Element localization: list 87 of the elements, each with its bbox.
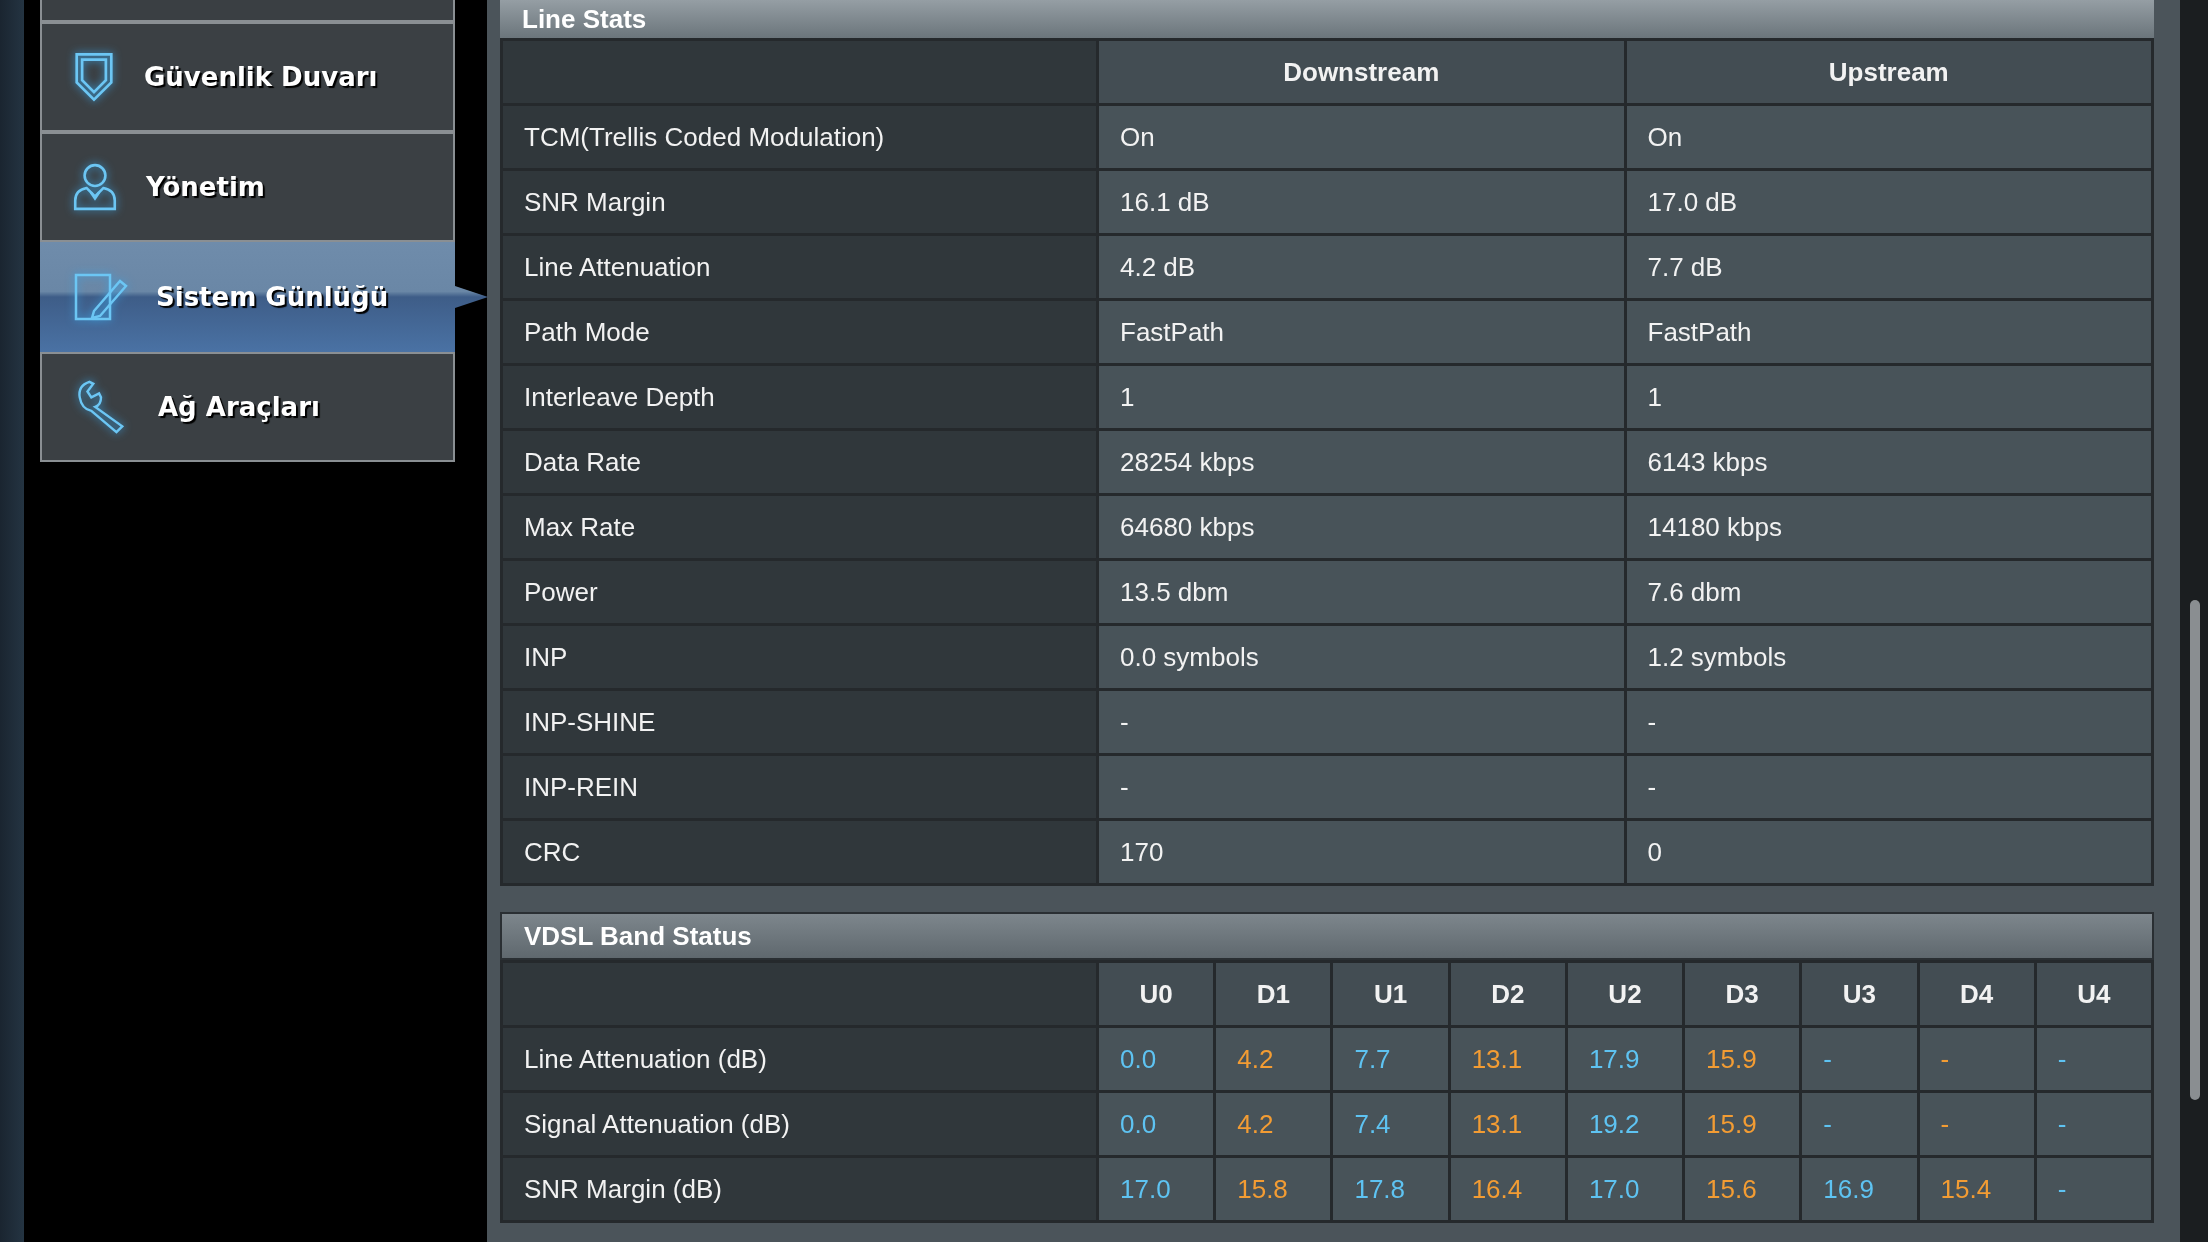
table-cell: 15.6 [1683, 1156, 1801, 1222]
table-cell: 4.2 [1214, 1091, 1332, 1157]
table-cell: 4.2 dB [1097, 234, 1625, 300]
table-cell: 15.4 [1918, 1156, 2036, 1222]
row-label: INP [501, 624, 1098, 690]
table-cell: 170 [1097, 819, 1625, 885]
column-header: D3 [1683, 961, 1801, 1027]
table-cell: 0 [1625, 819, 2153, 885]
table-cell: 6143 kbps [1625, 429, 2153, 495]
table-cell: 7.7 [1331, 1026, 1450, 1092]
shield-icon [72, 50, 116, 104]
table-cell: 15.9 [1683, 1091, 1801, 1157]
table-cell: 64680 kbps [1097, 494, 1625, 560]
section-header: Line Stats [500, 0, 2154, 38]
table-cell: On [1097, 104, 1625, 170]
row-label: Line Attenuation (dB) [501, 1026, 1098, 1092]
table-cell: - [1097, 689, 1625, 755]
column-header: D2 [1449, 961, 1567, 1027]
table-cell: - [1800, 1091, 1919, 1157]
table-cell: 4.2 [1214, 1026, 1332, 1092]
table-cell: 13.5 dbm [1097, 559, 1625, 625]
column-header: U2 [1566, 961, 1684, 1027]
table-cell: - [1625, 689, 2153, 755]
table-cell: - [1625, 754, 2153, 820]
table-cell: 1 [1097, 364, 1625, 430]
table-cell: 13.1 [1449, 1026, 1567, 1092]
row-label: Data Rate [501, 429, 1098, 495]
row-label: TCM(Trellis Coded Modulation) [501, 104, 1098, 170]
table-cell: 0.0 [1097, 1091, 1215, 1157]
sidebar-item[interactable]: Sistem Günlüğü [40, 242, 488, 352]
row-label: SNR Margin [501, 169, 1098, 235]
table-cell: 0.0 symbols [1097, 624, 1625, 690]
row-label: Interleave Depth [501, 364, 1098, 430]
sidebar-item[interactable]: Güvenlik Duvarı [40, 22, 455, 132]
table-cell: 7.6 dbm [1625, 559, 2153, 625]
table-cell: 13.1 [1449, 1091, 1567, 1157]
table-cell: - [1918, 1091, 2036, 1157]
table-cell: - [1918, 1026, 2036, 1092]
sidebar-item[interactable]: Yönetim [40, 132, 455, 242]
column-header: U4 [2035, 961, 2153, 1027]
row-label: INP-SHINE [501, 689, 1098, 755]
table-cell: 17.0 [1097, 1156, 1215, 1222]
table-cell: 17.0 dB [1625, 169, 2153, 235]
table-cell: 17.8 [1331, 1156, 1450, 1222]
table-cell: 16.4 [1449, 1156, 1567, 1222]
table-cell: - [2035, 1156, 2153, 1222]
row-label: Power [501, 559, 1098, 625]
row-label: SNR Margin (dB) [501, 1156, 1098, 1222]
table-cell: FastPath [1625, 299, 2153, 365]
table-cell: FastPath [1097, 299, 1625, 365]
column-header: Upstream [1625, 39, 2153, 105]
table-cell: 17.9 [1566, 1026, 1684, 1092]
person-icon [72, 161, 118, 213]
table-cell: 1 [1625, 364, 2153, 430]
row-label: Max Rate [501, 494, 1098, 560]
table-cell: 15.9 [1683, 1026, 1801, 1092]
table-cell: On [1625, 104, 2153, 170]
sidebar-item[interactable]: Ağ Araçları [40, 352, 455, 462]
table-cell: 28254 kbps [1097, 429, 1625, 495]
table-cell: 17.0 [1566, 1156, 1684, 1222]
column-header: U3 [1800, 961, 1919, 1027]
row-label: Path Mode [501, 299, 1098, 365]
section-header: VDSL Band Status [500, 912, 2154, 960]
scrollbar-thumb[interactable] [2190, 600, 2200, 1100]
table-cell: - [2035, 1091, 2153, 1157]
table-cell: 7.4 [1331, 1091, 1450, 1157]
table-cell: - [1097, 754, 1625, 820]
column-header: D1 [1214, 961, 1332, 1027]
column-header: U0 [1097, 961, 1215, 1027]
row-label: Line Attenuation [501, 234, 1098, 300]
table-cell: - [2035, 1026, 2153, 1092]
table-cell: 1.2 symbols [1625, 624, 2153, 690]
column-header: D4 [1918, 961, 2036, 1027]
table-cell: 16.1 dB [1097, 169, 1625, 235]
table-cell: 16.9 [1800, 1156, 1919, 1222]
column-header: Downstream [1097, 39, 1625, 105]
column-header: U1 [1331, 961, 1450, 1027]
row-label: Signal Attenuation (dB) [501, 1091, 1098, 1157]
row-label: CRC [501, 819, 1098, 885]
table-cell: 15.8 [1214, 1156, 1332, 1222]
row-label: INP-REIN [501, 754, 1098, 820]
note-pencil-icon [72, 271, 128, 323]
table-cell: 19.2 [1566, 1091, 1684, 1157]
table-cell: 0.0 [1097, 1026, 1215, 1092]
table-cell: - [1800, 1026, 1919, 1092]
table-cell: 14180 kbps [1625, 494, 2153, 560]
table-cell: 7.7 dB [1625, 234, 2153, 300]
